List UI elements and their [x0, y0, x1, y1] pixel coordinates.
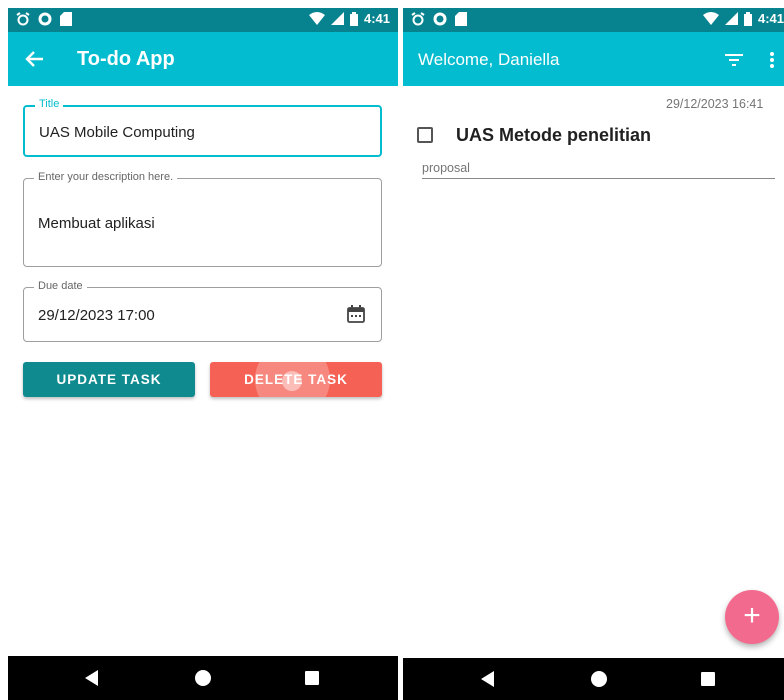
- title-field[interactable]: Title UAS Mobile Computing: [23, 98, 382, 157]
- more-vert-icon[interactable]: [769, 51, 775, 69]
- nav-recents-icon[interactable]: [305, 671, 319, 685]
- due-date-label: Due date: [34, 280, 87, 292]
- nav-bar: [8, 656, 398, 700]
- status-time: 4:41: [363, 11, 390, 26]
- wifi-icon: [702, 12, 719, 25]
- due-date-value[interactable]: 29/12/2023 17:00: [38, 307, 155, 324]
- nav-home-icon[interactable]: [195, 670, 211, 686]
- battery-icon: [349, 11, 358, 26]
- task-category: proposal: [422, 161, 470, 175]
- add-task-button[interactable]: +: [725, 590, 779, 644]
- alarm-icon: [411, 12, 425, 26]
- task-checkbox[interactable]: [417, 127, 433, 143]
- due-date-field[interactable]: Due date 29/12/2023 17:00: [23, 280, 382, 342]
- description-field[interactable]: Enter your description here. Membuat apl…: [23, 171, 382, 267]
- title-input-value[interactable]: UAS Mobile Computing: [39, 124, 195, 141]
- status-time: 4:41: [757, 11, 784, 26]
- app-title: To-do App: [77, 48, 175, 70]
- nav-back-icon[interactable]: [85, 670, 98, 686]
- status-bar: 4:41: [8, 8, 398, 32]
- description-label: Enter your description here.: [34, 171, 178, 183]
- task-title[interactable]: UAS Metode penelitian: [456, 125, 651, 146]
- description-input-value[interactable]: Membuat aplikasi: [38, 215, 155, 232]
- task-timestamp: 29/12/2023 16:41: [666, 97, 764, 111]
- alarm-icon: [16, 12, 30, 26]
- sd-card-icon: [455, 12, 467, 26]
- calendar-icon[interactable]: [347, 305, 365, 323]
- signal-icon: [330, 12, 344, 25]
- sd-card-icon: [60, 12, 72, 26]
- delete-task-button[interactable]: DELETE TASK: [210, 362, 382, 397]
- delete-task-label: DELETE TASK: [244, 372, 348, 387]
- title-label: Title: [35, 98, 64, 110]
- task-divider: [422, 178, 775, 179]
- sync-circle-icon: [38, 12, 52, 26]
- wifi-icon: [308, 12, 325, 25]
- status-bar: 4:41: [403, 8, 784, 32]
- nav-bar: [403, 658, 784, 700]
- task-list-screen: 4:41 Welcome, Daniella 29/12/2023 16:41 …: [403, 8, 784, 700]
- nav-home-icon[interactable]: [591, 671, 607, 687]
- app-bar: Welcome, Daniella: [403, 32, 784, 86]
- app-bar: To-do App: [8, 32, 398, 86]
- arrow-left-icon[interactable]: [25, 49, 45, 69]
- filter-icon[interactable]: [725, 53, 743, 67]
- update-task-button[interactable]: UPDATE TASK: [23, 362, 195, 397]
- welcome-title: Welcome, Daniella: [418, 50, 560, 69]
- nav-back-icon[interactable]: [481, 671, 494, 687]
- sync-circle-icon: [433, 12, 447, 26]
- nav-recents-icon[interactable]: [701, 672, 715, 686]
- signal-icon: [724, 12, 738, 25]
- battery-icon: [743, 11, 752, 26]
- edit-task-screen: 4:41 To-do App Title UAS Mobile Computin…: [8, 8, 398, 700]
